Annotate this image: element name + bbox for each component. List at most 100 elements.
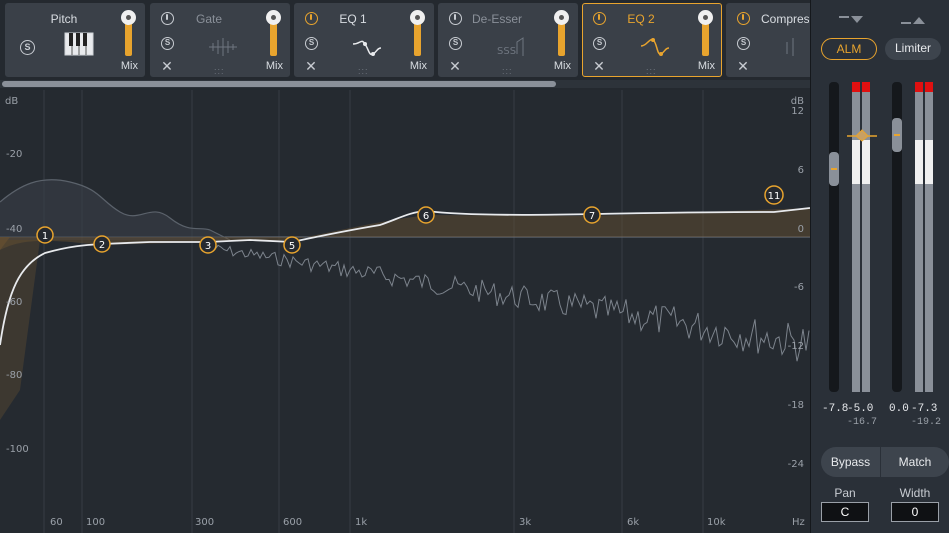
- mix-label: Mix: [697, 60, 715, 72]
- output-rms-readout: -19.2: [911, 417, 942, 428]
- output-meter-left: [915, 82, 923, 392]
- module-pitch[interactable]: Pitch S Mix: [5, 3, 145, 77]
- threshold-marker-icon[interactable]: [847, 128, 877, 142]
- mix-knob[interactable]: [698, 10, 713, 25]
- close-icon[interactable]: ✕: [592, 59, 606, 73]
- input-gain-marker: [831, 168, 837, 170]
- eq-node-label: 5: [289, 241, 295, 252]
- module-name: De-Esser: [471, 12, 522, 26]
- compressor-icon: [786, 38, 794, 56]
- collapse-down-icon[interactable]: [839, 14, 865, 26]
- output-meter-level: [925, 140, 933, 184]
- input-gain-slider[interactable]: [829, 82, 839, 392]
- input-meter-level: [862, 140, 870, 184]
- module-eq1[interactable]: EQ 1 S ✕ ::: Mix: [294, 3, 434, 77]
- module-name: EQ 2: [627, 12, 655, 26]
- piano-icon: [64, 32, 94, 56]
- freq-axis-tick: 3k: [519, 517, 531, 528]
- collapse-up-icon[interactable]: [901, 14, 927, 26]
- module-strip-scrollbar[interactable]: [0, 80, 810, 88]
- mix-label: Mix: [120, 60, 138, 72]
- freq-axis-tick: 600: [283, 517, 302, 528]
- output-meter-right: [925, 82, 933, 392]
- output-gain-marker: [894, 134, 900, 136]
- eq-node-label: 2: [99, 240, 105, 251]
- left-axis-tick: -20: [6, 149, 22, 160]
- output-meter-level: [915, 140, 923, 184]
- pan-field[interactable]: C: [821, 502, 869, 522]
- solo-icon[interactable]: S: [20, 40, 35, 55]
- power-icon[interactable]: [737, 12, 750, 25]
- clip-indicator: [925, 82, 933, 92]
- module-name: Gate: [195, 12, 222, 26]
- right-panel: ALM Limiter -7.8 -5.0 -16.7 0.0 -7.3 -19…: [810, 0, 949, 533]
- mix-label: Mix: [265, 60, 283, 72]
- right-axis-tick: -12: [788, 341, 804, 352]
- input-gain-readout: -7.8: [822, 403, 849, 415]
- eq-curve-icon: [352, 40, 382, 56]
- mix-knob[interactable]: [266, 10, 281, 25]
- freq-axis-tick: 6k: [627, 517, 639, 528]
- close-icon[interactable]: ✕: [304, 59, 318, 73]
- drag-handle-icon[interactable]: :::: [646, 66, 657, 76]
- left-axis-unit: dB: [5, 96, 18, 107]
- right-axis-tick: -24: [788, 459, 804, 470]
- output-gain-readout: 0.0: [889, 403, 909, 415]
- module-name: EQ 1: [339, 12, 367, 26]
- drag-handle-icon[interactable]: :::: [358, 66, 369, 76]
- right-axis-tick: 0: [798, 224, 804, 235]
- module-strip: Pitch S Mix Gate S ✕ ::: Mix EQ 1 S ✕::…: [0, 0, 810, 90]
- solo-icon[interactable]: S: [593, 37, 606, 50]
- solo-icon[interactable]: S: [305, 37, 318, 50]
- eq-node-label: 6: [423, 211, 429, 222]
- mix-knob[interactable]: [410, 10, 425, 25]
- module-name: Pitch: [50, 12, 78, 26]
- close-icon[interactable]: ✕: [160, 59, 174, 73]
- svg-text:SSS: SSS: [497, 46, 516, 57]
- right-axis-tick: -18: [788, 400, 804, 411]
- alm-button[interactable]: ALM: [821, 38, 877, 60]
- freq-axis-tick: 1k: [355, 517, 367, 528]
- right-axis-tick: -6: [794, 282, 804, 293]
- module-deesser[interactable]: De-Esser S ✕ SSS ::: Mix: [438, 3, 578, 77]
- close-icon[interactable]: ✕: [736, 59, 750, 73]
- right-axis-tick: 6: [798, 165, 804, 176]
- drag-handle-icon[interactable]: :::: [214, 66, 225, 76]
- module-eq2[interactable]: EQ 2 S ✕ ::: Mix: [582, 3, 722, 77]
- match-button[interactable]: Match: [881, 447, 949, 477]
- eq-graph[interactable]: 1 2 3 5 6 7 11 dB -20 -40 -60 -80 -100 d…: [0, 90, 810, 533]
- scrollbar-thumb[interactable]: [2, 81, 556, 87]
- mix-knob[interactable]: [554, 10, 569, 25]
- module-gate[interactable]: Gate S ✕ ::: Mix: [150, 3, 290, 77]
- freq-axis-unit: Hz: [792, 517, 805, 528]
- freq-axis-tick: 300: [195, 517, 214, 528]
- drag-handle-icon[interactable]: :::: [502, 66, 513, 76]
- left-axis-tick: -60: [6, 297, 22, 308]
- left-axis-tick: -80: [6, 370, 22, 381]
- clip-indicator: [862, 82, 870, 92]
- bypass-button[interactable]: Bypass: [821, 447, 881, 477]
- output-peak-readout: -7.3: [911, 403, 938, 415]
- eq-node-label: 1: [42, 231, 48, 242]
- solo-icon[interactable]: S: [161, 37, 174, 50]
- input-meter-level: [852, 140, 860, 184]
- eq-node-label: 7: [589, 211, 595, 222]
- left-axis-tick: -40: [6, 224, 22, 235]
- eq-node-label: 3: [205, 241, 211, 252]
- eq-display[interactable]: 1 2 3 5 6 7 11 dB -20 -40 -60 -80 -100 d…: [0, 90, 810, 533]
- gate-icon: [209, 38, 237, 56]
- width-field[interactable]: 0: [891, 502, 939, 522]
- eq-curve-icon: [640, 38, 670, 56]
- clip-indicator: [852, 82, 860, 92]
- deesser-icon: SSS: [497, 37, 524, 57]
- module-compressor[interactable]: Compres S ✕: [726, 3, 810, 77]
- solo-icon[interactable]: S: [737, 37, 750, 50]
- bypass-match-group: Bypass Match: [821, 447, 949, 477]
- input-rms-readout: -16.7: [847, 417, 878, 428]
- mix-knob[interactable]: [121, 10, 136, 25]
- solo-icon[interactable]: S: [449, 37, 462, 50]
- close-icon[interactable]: ✕: [448, 59, 462, 73]
- limiter-button[interactable]: Limiter: [885, 38, 941, 60]
- pan-label: Pan: [834, 486, 856, 500]
- freq-axis-tick: 10k: [707, 517, 726, 528]
